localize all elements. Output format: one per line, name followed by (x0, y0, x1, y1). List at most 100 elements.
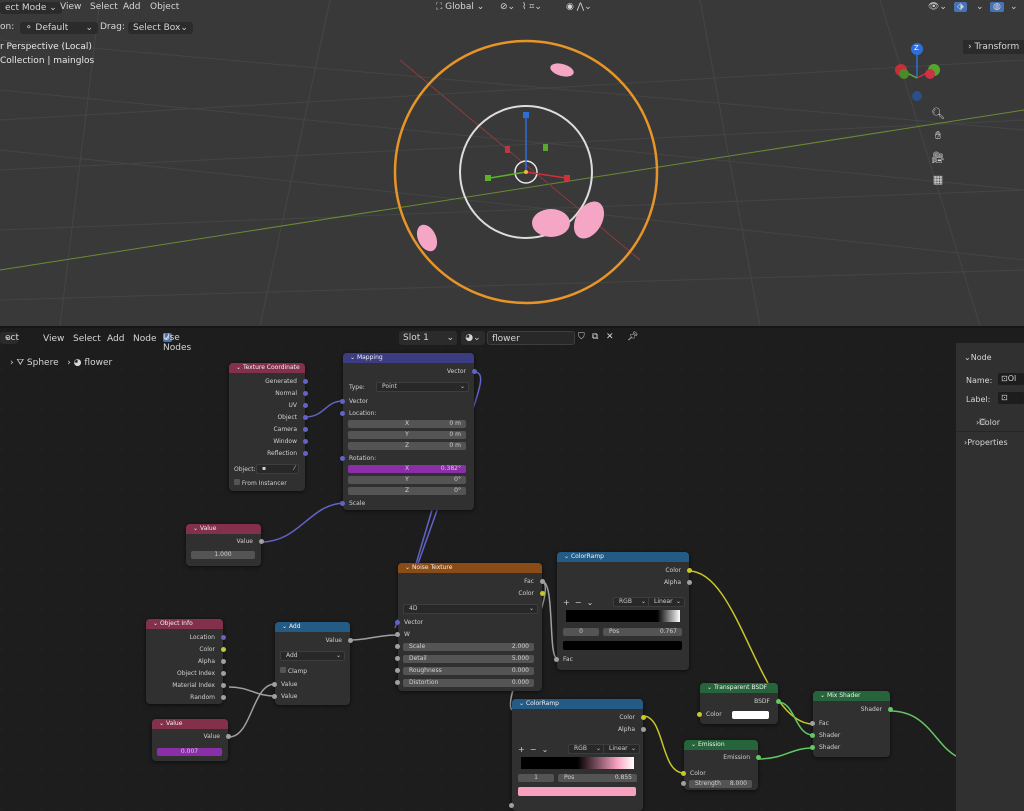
noise-scale-field[interactable]: Scale 2.000 (403, 643, 534, 651)
3d-viewport[interactable]: Z ect Mode ⌄ View Select Add Object ⛶ Gl… (0, 0, 1024, 326)
proportional-edit-icon[interactable]: ◉ ⋀⌄ (566, 2, 592, 12)
pivot-icon[interactable]: ⊘⌄ (500, 2, 515, 12)
overlays-toggle-icon[interactable]: ◍ (990, 2, 1004, 12)
camera-icon[interactable]: 🎥︎ (930, 150, 946, 166)
node-noise-texture[interactable]: ⌄ Noise Texture Fac Color 4D ⌄ Vector W S… (395, 563, 545, 691)
menu-add[interactable]: Add (123, 2, 140, 12)
pin-icon[interactable]: 📌︎ (627, 332, 638, 342)
socket-label: Emission (723, 754, 750, 761)
ramp2-interp-dropdown[interactable]: Linear ⌄ (603, 744, 640, 754)
node-value-1[interactable]: ⌄ Value Value 1.000 (186, 524, 264, 566)
orientation-dropdown[interactable]: ⚬ Default ⌄ (20, 22, 99, 34)
rotation-z-field[interactable]: Z 0° (348, 487, 466, 495)
noise-dimension-dropdown[interactable]: 4D ⌄ (403, 604, 538, 614)
ramp1-gradient[interactable] (566, 610, 680, 622)
visibility-icon[interactable]: 👁⌄ (928, 2, 947, 12)
overlay-icon[interactable]: ⌄ (976, 2, 984, 12)
node-transparent-bsdf[interactable]: ⌄ Transparent BSDF BSDF Color (697, 683, 781, 724)
mapping-type-dropdown[interactable]: Point ⌄ (376, 382, 469, 392)
object-field[interactable]: ▪ ⁄ (256, 464, 299, 474)
math-operation-dropdown[interactable]: Add ⌄ (280, 651, 345, 661)
zoom-icon[interactable]: 🔍︎ (930, 106, 946, 122)
grid-view-icon[interactable]: ▦ (930, 172, 946, 188)
clamp-checkbox[interactable]: Clamp (280, 667, 307, 675)
transform-panel-tab[interactable]: › Transform (963, 40, 1024, 54)
ne-menu-view[interactable]: View (43, 334, 64, 344)
fake-user-shield-icon[interactable]: ⛉ (578, 332, 585, 342)
gizmo-toggle-icon[interactable]: ⬗ (954, 2, 967, 12)
ramp2-mode-dropdown[interactable]: RGB ⌄ (568, 744, 605, 754)
noise-detail-field[interactable]: Detail 5.000 (403, 655, 534, 663)
ramp-add-remove-icons[interactable]: + − ⌄ (563, 598, 593, 607)
value-1-field[interactable]: 1.000 (191, 551, 255, 559)
node-mapping[interactable]: ⌄ Mapping Vector Type: Point ⌄ Vector Loc… (340, 353, 477, 510)
shading-dropdown-icon[interactable]: ⌄ (1010, 2, 1018, 12)
socket-label: Alpha (197, 658, 215, 665)
socket-label: Reflection (267, 450, 297, 457)
ramp1-pos-field[interactable]: Pos 0.767 (603, 628, 682, 636)
editor-type-dropdown[interactable]: ect ⌄ (0, 332, 19, 344)
ne-menu-select[interactable]: Select (73, 334, 101, 344)
ne-menu-node[interactable]: Node (133, 334, 157, 344)
location-y-field[interactable]: Y0 m (348, 431, 466, 439)
socket-label: Color (199, 646, 215, 653)
noise-distortion-field[interactable]: Distortion 0.000 (403, 679, 534, 687)
ramp1-mode-dropdown[interactable]: RGB ⌄ (613, 597, 650, 607)
location-z-field[interactable]: Z0 m (348, 442, 466, 450)
from-instancer-checkbox[interactable]: From Instancer (234, 479, 287, 487)
socket-label: Color (518, 590, 534, 597)
node-section-header[interactable]: ⌄ Node (964, 353, 992, 362)
node-emission[interactable]: ⌄ Emission Emission Color Strength 8.000 (681, 740, 761, 790)
color-checkbox[interactable]: › Color (976, 418, 1000, 427)
ramp2-add-remove-icons[interactable]: + − ⌄ (518, 745, 548, 754)
duplicate-material-icon[interactable]: ⧉ (592, 332, 598, 342)
rotation-y-field[interactable]: Y 0° (348, 476, 466, 484)
node-value-2[interactable]: ⌄ Value Value 0.007 (152, 719, 231, 761)
ramp1-index-field[interactable]: 0 (563, 628, 599, 636)
node-mix-shader[interactable]: ⌄ Mix Shader Shader Fac Shader Shader (810, 691, 893, 757)
ramp2-color-swatch[interactable] (518, 787, 636, 796)
properties-section[interactable]: › Properties (964, 438, 1008, 447)
node-math-add[interactable]: ⌄ Add Value Add ⌄ Clamp Value Value (272, 622, 353, 705)
socket-label: Window (273, 438, 297, 445)
material-browse-icon[interactable]: ◕⌄ (461, 331, 485, 345)
emission-strength-field[interactable]: Strength 8.000 (689, 780, 752, 788)
ramp1-interp-dropdown[interactable]: Linear ⌄ (648, 597, 685, 607)
ramp2-pos-field[interactable]: Pos 0.855 (558, 774, 637, 782)
mode-dropdown[interactable]: ect Mode ⌄ (0, 2, 62, 14)
unlink-material-icon[interactable]: ✕ (606, 332, 614, 342)
node-name-field[interactable]: ⊡ Ol (998, 373, 1024, 385)
ramp2-index-field[interactable]: 1 (518, 774, 554, 782)
node-object-info[interactable]: ⌄ Object Info Location Color Alpha Objec… (146, 619, 226, 704)
node-colorramp-2[interactable]: ⌄ ColorRamp Color Alpha + − ⌄ RGB ⌄ Linea… (509, 699, 646, 811)
rotation-x-field[interactable]: X 0.382° (348, 465, 466, 473)
socket-label: Fac (819, 720, 829, 727)
material-name-field[interactable]: flower (487, 331, 575, 345)
slot-dropdown[interactable]: Slot 1 ⌄ (399, 331, 457, 345)
ramp1-color-swatch[interactable] (563, 641, 682, 650)
ramp2-gradient[interactable] (521, 757, 634, 769)
node-colorramp-1[interactable]: ⌄ ColorRamp Color Alpha + − ⌄ RGB ⌄ Linea… (554, 552, 692, 670)
transparent-color-swatch[interactable] (732, 711, 769, 719)
location-x-field[interactable]: X0 m (348, 420, 466, 428)
socket-label: Value (325, 637, 342, 644)
menu-object[interactable]: Object (150, 2, 179, 12)
socket-label: Color (706, 711, 722, 718)
shader-node-editor[interactable]: ect ⌄ View Select Add Node ✓ Use Nodes S… (0, 328, 956, 811)
menu-select[interactable]: Select (90, 2, 118, 12)
socket-label: Color (665, 567, 681, 574)
pan-hand-icon[interactable]: ✋︎ (930, 128, 946, 144)
node-sidebar: ⌄ Node Name: ⊡ Ol Label: ⊡ › Color › Pro… (956, 343, 1024, 811)
menu-view[interactable]: View (60, 2, 81, 12)
noise-roughness-field[interactable]: Roughness 0.000 (403, 667, 534, 675)
node-texture-coordinate[interactable]: ⌄ Texture Coordinate Generated Normal UV… (229, 363, 308, 491)
ne-menu-add[interactable]: Add (107, 334, 124, 344)
socket-label: Normal (275, 390, 297, 397)
transform-space-dropdown[interactable]: ⛶ Global ⌄ (436, 2, 484, 12)
socket-label: Value (236, 538, 253, 545)
node-label-field[interactable]: ⊡ (998, 392, 1024, 404)
snap-icon[interactable]: ⌇ ⌗⌄ (522, 2, 542, 12)
value-2-field[interactable]: 0.007 (157, 748, 222, 756)
socket-label: Location: (349, 410, 377, 417)
drag-dropdown[interactable]: Select Box⌄ (128, 22, 193, 34)
